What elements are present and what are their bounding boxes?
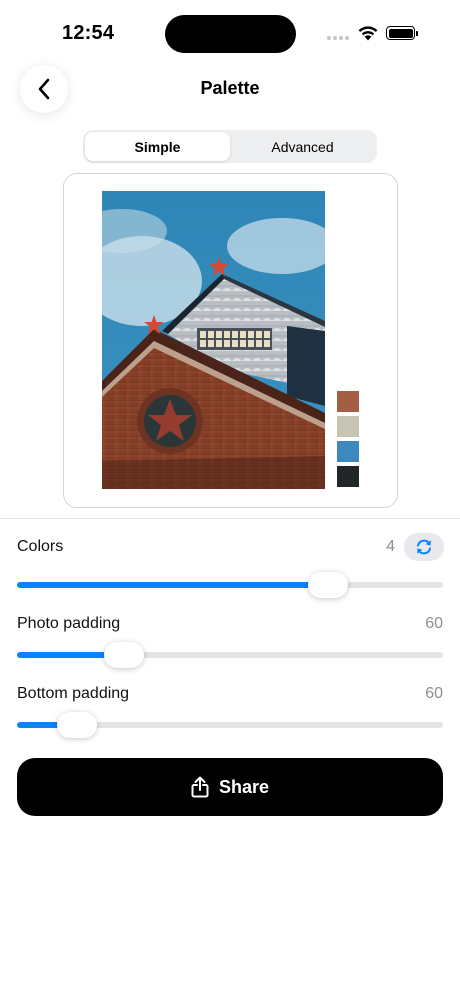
photo-padding-label: Photo padding [17, 615, 121, 632]
color-swatch [337, 466, 359, 487]
refresh-colors-button[interactable] [404, 533, 444, 561]
color-swatch [337, 391, 359, 412]
bottom-padding-value: 60 [425, 685, 443, 702]
bottom-padding-slider[interactable] [17, 712, 443, 738]
segment-simple[interactable]: Simple [85, 132, 230, 161]
color-swatch [337, 416, 359, 437]
slider-thumb[interactable] [56, 712, 97, 738]
wifi-icon [358, 26, 378, 41]
status-time: 12:54 [62, 22, 115, 44]
dynamic-island [165, 15, 296, 53]
share-icon [191, 776, 209, 798]
photo-padding-slider[interactable] [17, 642, 443, 668]
colors-slider[interactable] [17, 572, 443, 598]
share-label: Share [218, 776, 270, 797]
slider-fill [17, 582, 328, 588]
share-button[interactable]: Share [17, 758, 443, 816]
mode-segmented-control: Simple Advanced [83, 130, 377, 163]
slider-thumb[interactable] [103, 642, 144, 668]
photo-padding-value: 60 [425, 615, 443, 632]
palette-swatches [337, 391, 359, 491]
bottom-padding-label: Bottom padding [17, 685, 130, 702]
palette-preview-card [63, 173, 398, 508]
colors-value: 4 [386, 538, 395, 555]
colors-label: Colors [17, 538, 64, 555]
slider-thumb[interactable] [307, 572, 348, 598]
divider [0, 518, 460, 519]
segment-advanced[interactable]: Advanced [230, 132, 375, 161]
cellular-signal-icon [327, 36, 349, 40]
refresh-icon [417, 539, 431, 555]
battery-icon [386, 26, 418, 40]
building-photo [102, 191, 325, 489]
color-swatch [337, 441, 359, 462]
page-title: Palette [200, 78, 260, 98]
